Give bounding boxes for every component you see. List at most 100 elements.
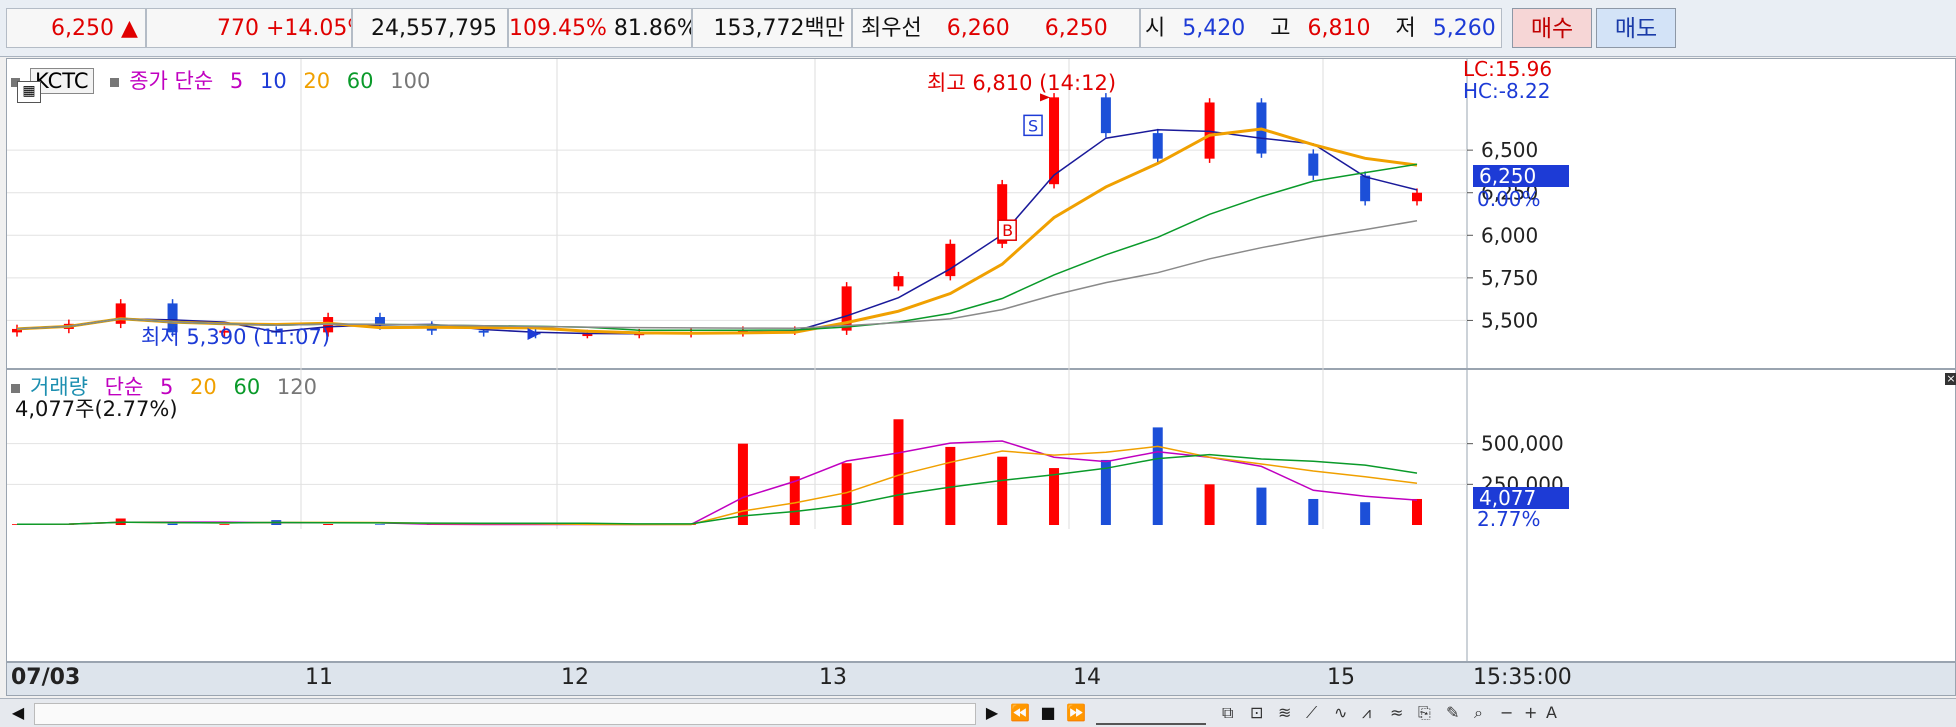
high-value: 6,810 <box>1307 16 1370 41</box>
bottom-toolbar: ◀ ▶ ⏪ ■ ⏩ ⧉ ⊡ ≋ ⟋ ∿ ⩘ ≈ ⎘ ✎ ⌕ − + A <box>0 698 1956 727</box>
volume-ratio: 109.45% <box>509 16 607 41</box>
panel-icon[interactable]: ⊡ <box>1250 701 1263 725</box>
stop-icon[interactable]: ■ <box>1036 701 1060 725</box>
best-ask: 6,260 <box>947 16 1010 41</box>
trend-icon[interactable]: ⩘ <box>1362 701 1371 725</box>
draw-line-icon[interactable]: ⟋ <box>1306 701 1317 725</box>
close-icon[interactable]: × <box>1945 373 1956 385</box>
chart-container[interactable]: 5,5005,7506,0006,2506,500250,000500,000S… <box>6 58 1956 662</box>
volume-bar <box>1412 499 1422 525</box>
volume-bar <box>1308 499 1318 525</box>
ohl-cell: 시 5,420 고 6,810 저 5,260 <box>1140 8 1502 48</box>
layout-icon[interactable]: ⧉ <box>1222 701 1233 725</box>
sell-button[interactable]: 매도 <box>1596 8 1676 48</box>
volume-bar <box>323 524 333 525</box>
table-icon[interactable]: ▦ <box>17 81 41 103</box>
export-icon[interactable]: ⎘ <box>1418 701 1431 725</box>
best-quote-cell: 최우선 6,260 6,250 <box>852 8 1140 48</box>
x-axis: 07/03 11 12 13 14 15 15:35:00 <box>6 662 1956 696</box>
zoom-in-icon[interactable]: + <box>1524 701 1537 725</box>
price-tick-label: 5,750 <box>1481 266 1538 290</box>
wave-icon[interactable]: ≈ <box>1390 701 1403 725</box>
ma5-legend: 5 <box>230 69 243 93</box>
x-label-14: 14 <box>1073 665 1101 690</box>
volume-bar <box>1256 488 1266 525</box>
volume-bar <box>738 444 748 525</box>
ma20-legend: 20 <box>303 69 330 93</box>
current-price-pct: 0.00% <box>1477 187 1541 211</box>
edit-icon[interactable]: ✎ <box>1446 701 1459 725</box>
scroll-left-icon[interactable]: ◀ <box>6 701 30 725</box>
candle-body <box>1049 97 1059 184</box>
ma20-line <box>17 129 1417 333</box>
font-size-icon[interactable]: A <box>1546 701 1557 725</box>
price-tick-label: 6,000 <box>1481 223 1538 247</box>
candle-body <box>1412 193 1422 202</box>
x-label-13: 13 <box>819 665 847 690</box>
high-annotation: 최고 6,810 (14:12) <box>927 67 1116 97</box>
current-price: 6,250 <box>51 16 114 41</box>
best-bid: 6,250 <box>1045 16 1108 41</box>
ratio-cell: 109.45% 81.86% <box>508 8 692 48</box>
volume-value: 24,557,795 <box>352 8 508 48</box>
price-cell: 6,250 ▲ <box>6 8 146 48</box>
ma60-line <box>17 164 1417 330</box>
time-label: 15:35:00 <box>1473 665 1572 690</box>
turnover: 81.86% <box>614 16 692 41</box>
zoom-out-icon[interactable]: − <box>1500 701 1513 725</box>
ma60-legend: 60 <box>347 69 374 93</box>
buy-button[interactable]: 매수 <box>1512 8 1592 48</box>
quote-bar: 6,250 ▲ 770 +14.05% 24,557,795 109.45% 8… <box>0 0 1956 57</box>
volume-bar <box>1049 468 1059 525</box>
current-volume-tag: 4,077 <box>1473 487 1569 509</box>
volume-bar <box>1101 460 1111 525</box>
volume-bar <box>375 524 385 525</box>
candle-body <box>1360 176 1370 202</box>
volume-bar <box>893 419 903 525</box>
change-cell: 770 +14.05% <box>146 8 352 48</box>
low-value: 5,260 <box>1433 16 1496 41</box>
indicator-icon[interactable]: ∿ <box>1334 701 1347 725</box>
current-price-tag: 6,250 <box>1473 165 1569 187</box>
vma20-legend: 20 <box>190 375 217 399</box>
sell-signal-label: S <box>1028 116 1038 135</box>
candle-body <box>479 331 489 333</box>
open-value: 5,420 <box>1182 16 1245 41</box>
lc-label: LC:15.96 <box>1463 57 1552 81</box>
rewind-icon[interactable]: ⏪ <box>1008 701 1032 725</box>
chart-type-icon[interactable]: ≋ <box>1278 701 1291 725</box>
ma5-line <box>17 130 1417 334</box>
vma120-legend: 120 <box>277 375 317 399</box>
current-volume-pct: 2.77% <box>1477 507 1541 531</box>
low-annotation: 최저 5,390 (11:07) <box>141 321 330 351</box>
candle-body <box>1153 133 1163 159</box>
hc-label: HC:-8.22 <box>1463 79 1551 103</box>
volume-bar <box>1205 484 1215 525</box>
buy-signal-label: B <box>1002 221 1013 240</box>
x-label-15: 15 <box>1327 665 1355 690</box>
vma60-legend: 60 <box>233 375 260 399</box>
candle-body <box>1308 154 1318 176</box>
ma100-line <box>17 221 1417 329</box>
open-label: 시 <box>1145 16 1165 41</box>
legend-square-icon <box>110 78 119 87</box>
volume-bar <box>790 476 800 525</box>
candle-body <box>582 334 592 336</box>
search-icon[interactable]: ⌕ <box>1474 701 1483 725</box>
candle-body <box>893 276 903 286</box>
x-label-11: 11 <box>305 665 333 690</box>
x-label-0703: 07/03 <box>11 665 80 690</box>
volume-bar <box>219 524 229 525</box>
fast-forward-icon[interactable]: ⏩ <box>1064 701 1088 725</box>
horizontal-scrollbar[interactable] <box>34 703 976 725</box>
low-label: 저 <box>1395 16 1415 41</box>
price-tick-label: 6,500 <box>1481 138 1538 162</box>
scroll-right-icon[interactable]: ▶ <box>980 701 1004 725</box>
volume-bar <box>997 457 1007 525</box>
volume-info: 4,077주(2.77%) <box>15 393 178 423</box>
chart-svg[interactable]: 5,5005,7506,0006,2506,500250,000500,000S… <box>7 59 1955 661</box>
amount-value: 153,772백만 <box>692 8 852 48</box>
price-legend: KCTC 종가 단순 5 10 20 60 100 <box>11 65 440 95</box>
zoom-slider[interactable] <box>1096 703 1206 725</box>
x-label-12: 12 <box>561 665 589 690</box>
